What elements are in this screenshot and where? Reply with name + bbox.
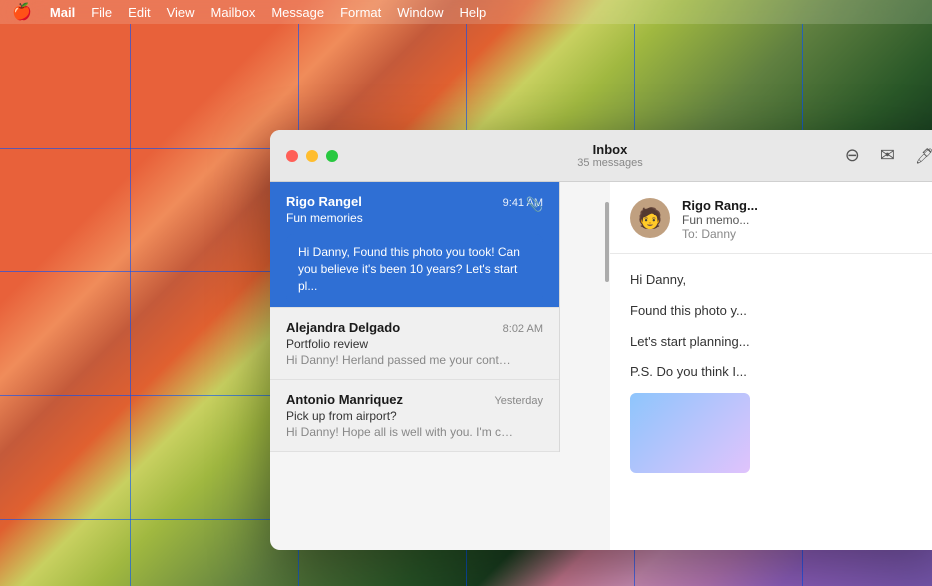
- window-content: Rigo Rangel 9:41 AM Fun memories 📎 Hi Da…: [270, 182, 932, 550]
- body-line-3: P.S. Do you think I...: [630, 362, 930, 383]
- apple-menu[interactable]: 🍎: [8, 2, 42, 22]
- mail-window: Inbox 35 messages ⊖ ✉ 🖊 Rigo Rangel 9:41…: [270, 130, 932, 550]
- body-line-1: Found this photo y...: [630, 301, 930, 322]
- menu-view[interactable]: View: [159, 5, 203, 20]
- email-item-alejandra[interactable]: Alejandra Delgado 8:02 AM Portfolio revi…: [270, 308, 559, 380]
- email-sender-alejandra: Alejandra Delgado: [286, 320, 400, 335]
- body-line-2: Let's start planning...: [630, 332, 930, 353]
- new-message-icon[interactable]: 🖊: [915, 147, 932, 165]
- email-item-antonio[interactable]: Antonio Manriquez Yesterday Pick up from…: [270, 380, 559, 452]
- email-preview-alejandra: Hi Danny! Herland passed me your contact…: [286, 353, 516, 367]
- email-preview-antonio: Hi Danny! Hope all is well with you. I'm…: [286, 425, 516, 439]
- email-tooltip-rigo: Hi Danny, Found this photo you took! Can…: [286, 234, 543, 304]
- message-list-wrapper: Rigo Rangel 9:41 AM Fun memories 📎 Hi Da…: [270, 182, 610, 550]
- toolbar-icons: ⊖ ✉ 🖊: [845, 145, 932, 166]
- email-subject-antonio: Pick up from airport?: [286, 409, 543, 423]
- detail-subject-line: Fun memo...: [682, 213, 930, 227]
- email-subject-rigo: Fun memories: [286, 211, 543, 225]
- menu-edit[interactable]: Edit: [120, 5, 158, 20]
- menubar: 🍎 Mail File Edit View Mailbox Message Fo…: [0, 0, 932, 24]
- message-list[interactable]: Rigo Rangel 9:41 AM Fun memories 📎 Hi Da…: [270, 182, 560, 452]
- scrollbar-thumb: [605, 202, 609, 282]
- maximize-button[interactable]: [326, 150, 338, 162]
- filter-icon[interactable]: ⊖: [845, 145, 860, 166]
- email-header-antonio: Antonio Manriquez Yesterday: [286, 392, 543, 407]
- attachment-icon: 📎: [526, 196, 543, 213]
- email-header-rigo: Rigo Rangel 9:41 AM: [286, 194, 543, 209]
- compose-icon[interactable]: ✉: [880, 145, 895, 166]
- window-titlebar: Inbox 35 messages ⊖ ✉ 🖊: [270, 130, 932, 182]
- detail-body: Hi Danny, Found this photo y... Let's st…: [610, 254, 932, 489]
- menu-mail[interactable]: Mail: [42, 5, 83, 20]
- detail-pane: 🧑 Rigo Rang... Fun memo... To: Danny Hi …: [610, 182, 932, 550]
- body-greeting: Hi Danny,: [630, 270, 930, 291]
- email-sender-rigo: Rigo Rangel: [286, 194, 362, 209]
- window-controls: [286, 150, 338, 162]
- close-button[interactable]: [286, 150, 298, 162]
- detail-to-field: To: Danny: [682, 227, 930, 241]
- menu-message[interactable]: Message: [263, 5, 332, 20]
- detail-header: 🧑 Rigo Rang... Fun memo... To: Danny: [610, 182, 932, 254]
- menu-format[interactable]: Format: [332, 5, 389, 20]
- window-title: Inbox 35 messages: [577, 142, 642, 169]
- tooltip-text: Hi Danny, Found this photo you took! Can…: [298, 244, 531, 294]
- email-sender-antonio: Antonio Manriquez: [286, 392, 403, 407]
- detail-header-info: Rigo Rang... Fun memo... To: Danny: [682, 198, 930, 241]
- minimize-button[interactable]: [306, 150, 318, 162]
- inbox-title: Inbox: [577, 142, 642, 157]
- email-item-rigo[interactable]: Rigo Rangel 9:41 AM Fun memories 📎 Hi Da…: [270, 182, 559, 308]
- sender-avatar: 🧑: [630, 198, 670, 238]
- email-header-alejandra: Alejandra Delgado 8:02 AM: [286, 320, 543, 335]
- menu-help[interactable]: Help: [452, 5, 495, 20]
- menu-window[interactable]: Window: [389, 5, 451, 20]
- avatar-image: 🧑: [630, 198, 670, 238]
- email-time-alejandra: 8:02 AM: [503, 323, 543, 335]
- email-time-antonio: Yesterday: [494, 395, 543, 407]
- detail-sender-name: Rigo Rang...: [682, 198, 930, 213]
- scrollbar-track[interactable]: [604, 182, 610, 550]
- menu-mailbox[interactable]: Mailbox: [203, 5, 264, 20]
- menu-file[interactable]: File: [83, 5, 120, 20]
- message-count: 35 messages: [577, 157, 642, 169]
- email-subject-alejandra: Portfolio review: [286, 337, 543, 351]
- photo-attachment-preview: [630, 393, 750, 473]
